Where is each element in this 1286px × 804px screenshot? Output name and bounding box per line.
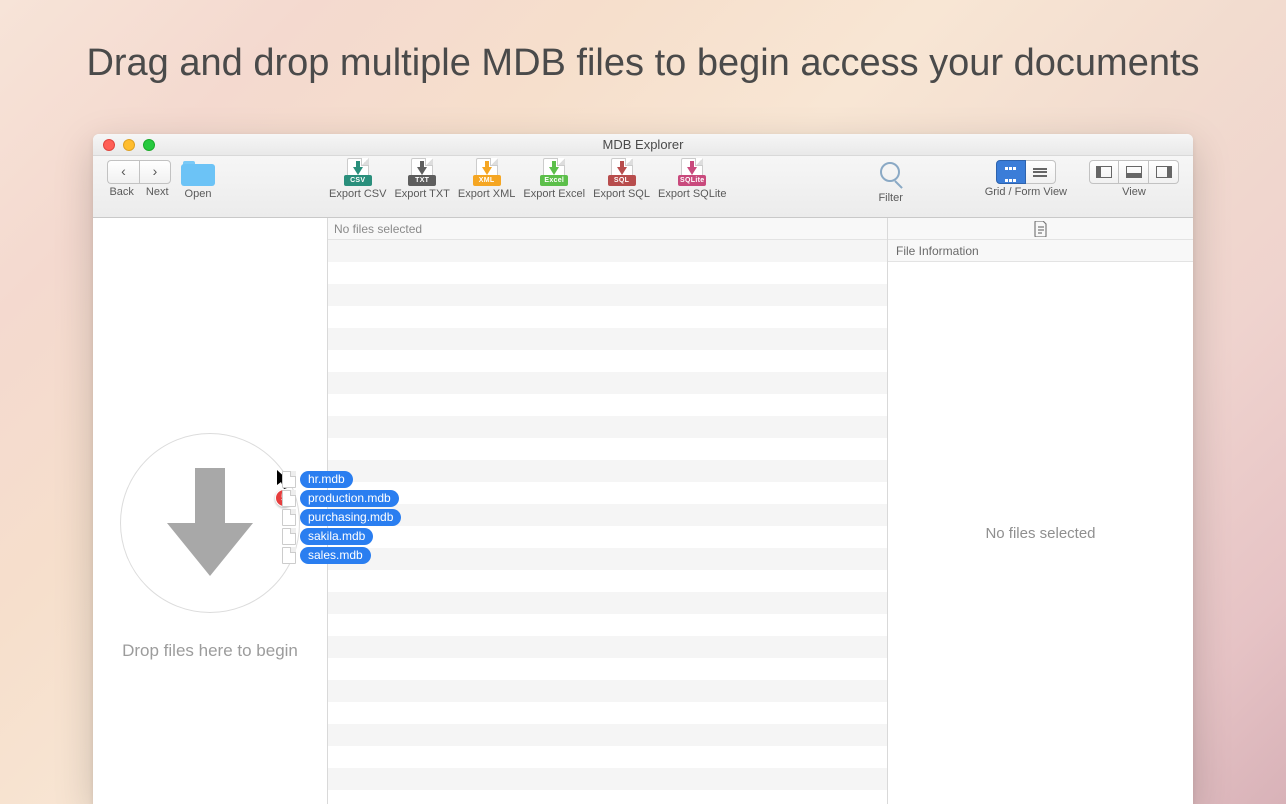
export-excel-icon: Excel [543, 160, 565, 186]
inspector-empty-text: No files selected [888, 262, 1193, 804]
file-icon [282, 547, 296, 564]
table-row [328, 262, 887, 284]
table-row [328, 768, 887, 790]
table-row [328, 636, 887, 658]
list-icon [1033, 166, 1047, 178]
panel-left-icon [1096, 166, 1112, 178]
open-button[interactable]: Open [175, 160, 221, 200]
drag-file-name: sakila.mdb [300, 528, 373, 545]
inspector-panel: File Information No files selected [888, 218, 1193, 804]
next-button[interactable]: › [139, 160, 171, 184]
table-row [328, 438, 887, 460]
table-row [328, 372, 887, 394]
back-label: Back [109, 186, 133, 198]
toggle-right-panel-button[interactable] [1149, 160, 1179, 184]
table-row [328, 702, 887, 724]
export-txt-button[interactable]: TXT Export TXT [390, 160, 453, 200]
table-row [328, 724, 887, 746]
export-csv-button[interactable]: CSV Export CSV [325, 160, 390, 200]
file-icon [282, 490, 296, 507]
close-window-button[interactable] [103, 139, 115, 151]
inspector-section-header: File Information [888, 240, 1193, 262]
panel-right-icon [1156, 166, 1172, 178]
table-row [328, 548, 887, 570]
file-icon [282, 471, 296, 488]
marketing-headline: Drag and drop multiple MDB files to begi… [0, 0, 1286, 85]
drag-file: production.mdb [282, 489, 401, 508]
export-sqlite-button[interactable]: SQLite Export SQLite [654, 160, 730, 200]
filter-button[interactable]: Filter [861, 160, 921, 204]
table-row [328, 680, 887, 702]
next-label: Next [146, 186, 169, 198]
export-sql-icon: SQL [611, 160, 633, 186]
main-header-status: No files selected [328, 218, 887, 240]
export-txt-icon: TXT [411, 160, 433, 186]
table-row [328, 306, 887, 328]
back-button[interactable]: ‹ [107, 160, 139, 184]
export-sql-button[interactable]: SQL Export SQL [589, 160, 654, 200]
download-arrow-icon [165, 468, 255, 578]
app-window: MDB Explorer ‹ › Back Next Open [93, 134, 1193, 804]
export-sqlite-icon: SQLite [681, 160, 703, 186]
drag-file-name: purchasing.mdb [300, 509, 401, 526]
nav-back-next-group: ‹ › Back Next [103, 160, 175, 198]
table-row [328, 592, 887, 614]
toggle-left-panel-button[interactable] [1089, 160, 1119, 184]
file-icon [282, 509, 296, 526]
dropzone-text: Drop files here to begin [122, 641, 298, 661]
traffic-lights [93, 139, 155, 151]
table-row [328, 526, 887, 548]
table-row [328, 614, 887, 636]
titlebar: MDB Explorer [93, 134, 1193, 156]
table-row [328, 328, 887, 350]
drag-file-name: hr.mdb [300, 471, 353, 488]
window-title: MDB Explorer [93, 137, 1193, 152]
dropzone-circle [120, 433, 300, 613]
drag-file: purchasing.mdb [282, 508, 401, 527]
grid-view-button[interactable] [996, 160, 1026, 184]
inspector-tab-file[interactable] [888, 218, 1193, 240]
view-panels-toggle: View [1085, 160, 1183, 198]
form-view-button[interactable] [1026, 160, 1056, 184]
grid-form-view-toggle: Grid / Form View [981, 160, 1071, 198]
grid-icon [1005, 160, 1017, 184]
folder-icon [181, 160, 215, 186]
table-row [328, 350, 887, 372]
table-row [328, 240, 887, 262]
table-row [328, 658, 887, 680]
table-row [328, 570, 887, 592]
toolbar: ‹ › Back Next Open CSV [93, 156, 1193, 218]
minimize-window-button[interactable] [123, 139, 135, 151]
table-row [328, 746, 887, 768]
drag-preview: 5 hr.mdb production.mdb purchasing.mdb s… [282, 470, 401, 565]
table-row [328, 790, 887, 804]
main-panel: No files selected [328, 218, 888, 804]
panel-bottom-icon [1126, 166, 1142, 178]
table-row [328, 482, 887, 504]
drag-file: sales.mdb [282, 546, 401, 565]
document-icon [1034, 221, 1048, 237]
magnifier-icon [876, 160, 906, 190]
table-row [328, 416, 887, 438]
drag-file-name: sales.mdb [300, 547, 371, 564]
table-row [328, 284, 887, 306]
export-csv-icon: CSV [347, 160, 369, 186]
table-rows [328, 240, 887, 804]
zoom-window-button[interactable] [143, 139, 155, 151]
table-row [328, 394, 887, 416]
drag-file: sakila.mdb [282, 527, 401, 546]
table-row [328, 504, 887, 526]
export-xml-button[interactable]: XML Export XML [454, 160, 519, 200]
table-row [328, 460, 887, 482]
export-excel-button[interactable]: Excel Export Excel [519, 160, 589, 200]
toggle-bottom-panel-button[interactable] [1119, 160, 1149, 184]
drag-file: hr.mdb [282, 470, 401, 489]
drag-file-name: production.mdb [300, 490, 399, 507]
export-xml-icon: XML [476, 160, 498, 186]
file-icon [282, 528, 296, 545]
